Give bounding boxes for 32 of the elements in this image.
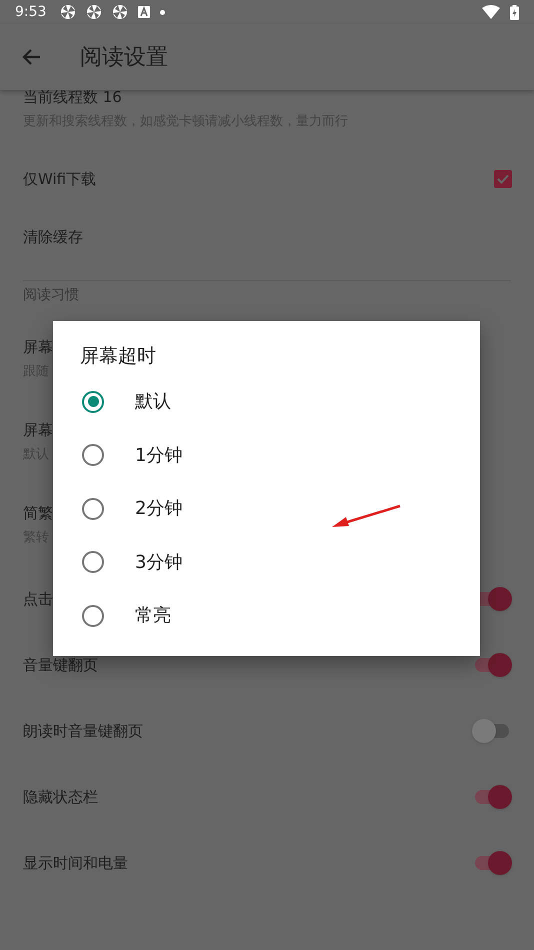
wifi-icon [482, 5, 500, 19]
setting-title[interactable]: 朗读时音量键翻页 [23, 720, 143, 742]
setting-title[interactable]: 音量键翻页 [23, 654, 98, 676]
checkbox[interactable] [494, 170, 512, 188]
setting-title[interactable]: 显示时间和电量 [23, 852, 128, 874]
option-label[interactable]: 默认 [135, 388, 171, 416]
aperture-icon [112, 4, 128, 20]
setting-title[interactable]: 当前线程数 16 [23, 86, 348, 108]
setting-title[interactable]: 屏幕 [23, 336, 53, 358]
radio-button[interactable] [82, 551, 104, 574]
setting-title[interactable]: 仅Wifi下载 [23, 168, 96, 190]
aperture-icon [60, 4, 76, 20]
annotation-arrow [332, 504, 400, 527]
radio-button[interactable] [82, 390, 104, 413]
setting-title[interactable]: 屏幕 [23, 418, 53, 440]
aperture-icon [86, 4, 102, 20]
setting-title[interactable]: 隐藏状态栏 [23, 786, 98, 808]
radio-button[interactable] [82, 444, 104, 466]
option-label[interactable]: 常亮 [135, 602, 171, 630]
setting-title[interactable]: 点击 [23, 588, 53, 610]
dialog-title: 屏幕超时 [80, 344, 157, 369]
battery-icon [510, 4, 519, 20]
setting-title[interactable]: 清除缓存 [23, 226, 83, 248]
radio-button[interactable] [82, 604, 104, 627]
status-time: 9:53 [15, 2, 46, 22]
setting-title[interactable]: 简繁 [23, 502, 53, 524]
option-label[interactable]: 1分钟 [135, 442, 182, 469]
page-title: 阅读设置 [80, 44, 168, 72]
radio-button[interactable] [82, 498, 104, 520]
option-label[interactable]: 3分钟 [135, 548, 182, 576]
keyboard-icon [138, 6, 150, 18]
option-label[interactable]: 2分钟 [135, 495, 182, 522]
